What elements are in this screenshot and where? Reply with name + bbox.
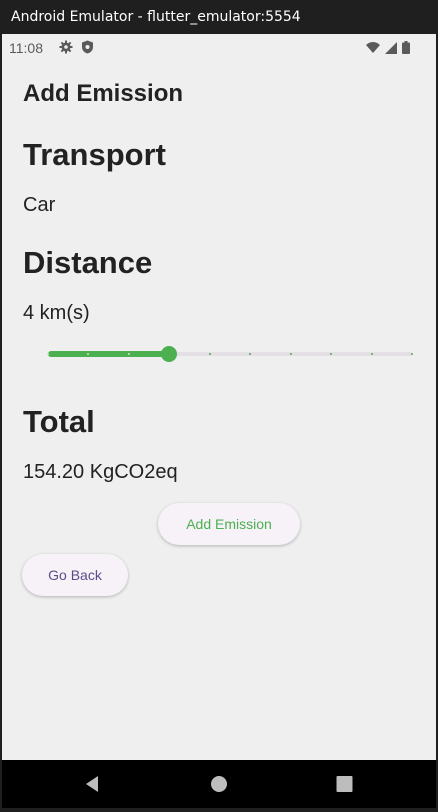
slider-thumb[interactable] bbox=[161, 346, 178, 362]
recents-icon[interactable] bbox=[336, 775, 353, 798]
back-icon[interactable] bbox=[84, 775, 100, 798]
gear-icon bbox=[59, 40, 73, 57]
distance-heading: Distance bbox=[23, 245, 153, 280]
transport-value: Car bbox=[23, 194, 56, 216]
total-heading: Total bbox=[23, 404, 95, 439]
slider-tick bbox=[47, 353, 49, 355]
navigation-bar bbox=[2, 760, 436, 808]
add-emission-button[interactable]: Add Emission bbox=[158, 503, 300, 545]
shield-icon bbox=[81, 40, 94, 57]
status-time: 11:08 bbox=[9, 40, 43, 56]
distance-slider[interactable] bbox=[47, 345, 413, 365]
phone-screen: 11:08 Add Emission Transport Car Distanc… bbox=[2, 34, 436, 760]
battery-icon bbox=[402, 41, 410, 57]
emulator-window-title: Android Emulator - flutter_emulator:5554 bbox=[0, 0, 438, 34]
transport-heading: Transport bbox=[23, 137, 166, 172]
go-back-button[interactable]: Go Back bbox=[22, 554, 128, 596]
slider-tick bbox=[370, 353, 373, 355]
slider-tick bbox=[411, 353, 413, 355]
status-bar: 11:08 bbox=[2, 34, 436, 60]
distance-value: 4 km(s) bbox=[23, 302, 90, 324]
total-value: 154.20 KgCO2eq bbox=[23, 461, 178, 483]
slider-tick bbox=[289, 353, 292, 355]
page-title: Add Emission bbox=[23, 80, 184, 107]
slider-active-track bbox=[48, 351, 170, 357]
home-icon[interactable] bbox=[210, 775, 228, 798]
slider-tick bbox=[208, 353, 211, 355]
signal-icon bbox=[385, 41, 397, 57]
wifi-icon bbox=[366, 41, 380, 57]
slider-tick bbox=[127, 353, 130, 355]
